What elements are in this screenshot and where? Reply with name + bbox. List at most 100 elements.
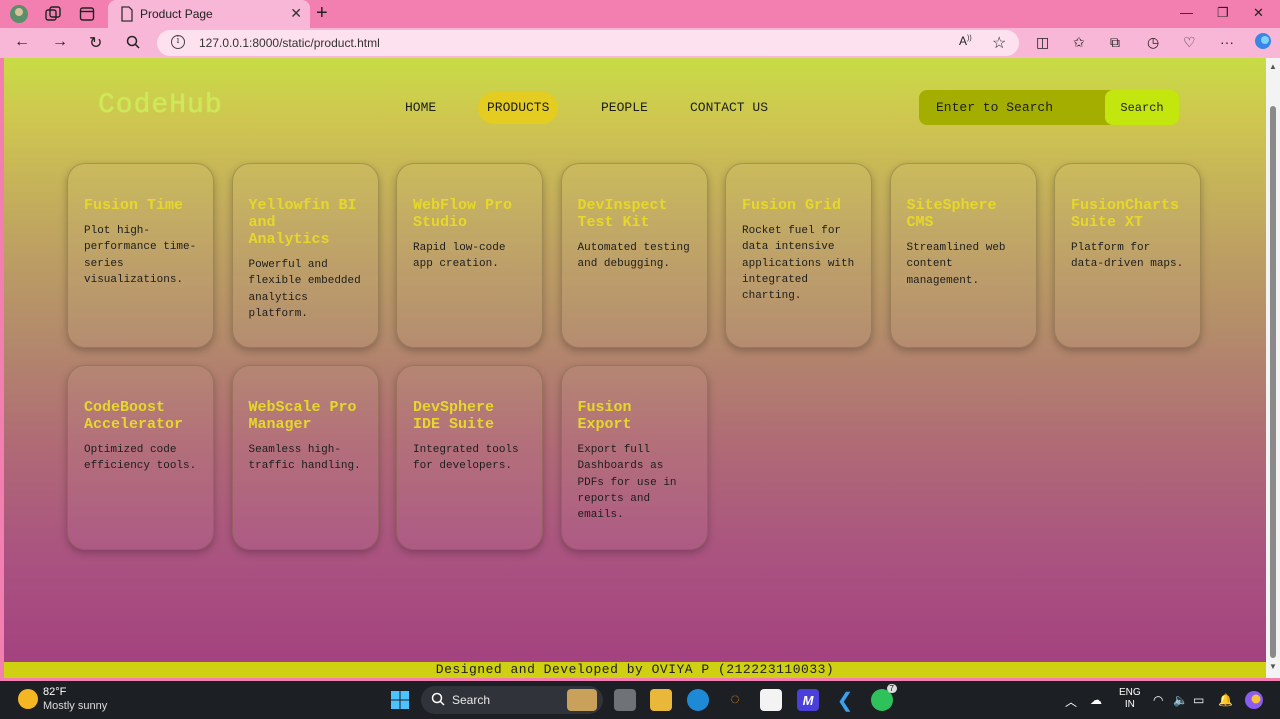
product-grid: Fusion Time Plot high-performance time-se… [67, 163, 1207, 550]
product-title: CodeBoost Accelerator [84, 399, 184, 433]
page-scrollbar[interactable]: ▲ ▼ [1266, 58, 1280, 678]
scroll-thumb[interactable] [1270, 106, 1276, 658]
file-explorer-icon[interactable] [650, 689, 672, 711]
product-card[interactable]: WebFlow Pro Studio Rapid low-code app cre… [396, 163, 543, 348]
product-title: FusionCharts Suite XT [1071, 197, 1180, 231]
tab-actions-icon[interactable] [77, 4, 97, 24]
edge-browser-icon[interactable] [687, 689, 709, 711]
battery-icon[interactable]: ▭ [1193, 693, 1204, 707]
product-title: Fusion Time [84, 197, 184, 214]
product-description: Platform for data-driven maps. [1071, 242, 1184, 271]
split-screen-icon[interactable]: ◫ [1036, 34, 1049, 51]
product-card[interactable]: Fusion Grid Rocket fuel for data intensiv… [725, 163, 872, 348]
profile-avatar-icon[interactable] [9, 4, 29, 24]
read-aloud-icon[interactable]: A)) [959, 34, 972, 48]
weather-sun-icon[interactable] [18, 689, 38, 709]
weather-temperature[interactable]: 82°F [43, 686, 66, 698]
product-card[interactable]: CodeBoost Accelerator Optimized code effi… [67, 365, 214, 550]
product-card[interactable]: DevSphere IDE Suite Integrated tools for … [396, 365, 543, 550]
favorite-star-icon[interactable]: ☆ [992, 33, 1006, 53]
site-logo[interactable]: CodeHub [98, 90, 223, 121]
close-tab-icon[interactable]: ✕ [290, 5, 302, 22]
vscode-icon[interactable]: ❮ [834, 689, 856, 712]
language-code: ENG [1119, 687, 1141, 698]
product-description: Export full Dashboards as PDFs for use i… [577, 444, 677, 522]
search-highlight-icon [567, 689, 597, 711]
page-footer: Designed and Developed by OVIYA P (21222… [4, 662, 1266, 678]
product-title: WebFlow Pro Studio [413, 197, 513, 231]
windows-start-icon[interactable] [389, 689, 411, 711]
taskbar-search-label: Search [452, 693, 491, 707]
whatsapp-icon[interactable]: 7 [871, 684, 897, 711]
forward-icon[interactable]: → [52, 33, 68, 51]
tab-title: Product Page [140, 7, 213, 21]
product-card[interactable]: Fusion Export Export full Dashboards as P… [560, 365, 708, 550]
browser-tab-bar: Product Page ✕ + — ❐ ✕ [0, 0, 1280, 28]
favorites-icon[interactable]: ✩ [1073, 34, 1085, 51]
product-card[interactable]: WebScale Pro Manager Seamless high-traffi… [231, 365, 379, 550]
windows-taskbar: 82°F Mostly sunny Search ◌ M ❮ 7 ︿ ☁ ENG… [0, 681, 1280, 719]
weather-description[interactable]: Mostly sunny [43, 700, 107, 712]
address-toolbar: ← → ↻ i 127.0.0.1:8000/static/product.ht… [0, 28, 1280, 58]
site-info-icon[interactable]: i [171, 35, 185, 49]
close-window-icon[interactable]: ✕ [1253, 5, 1264, 21]
page-icon [117, 4, 137, 24]
back-icon[interactable]: ← [14, 33, 30, 51]
url-field[interactable]: i 127.0.0.1:8000/static/product.html A))… [157, 30, 1019, 56]
task-view-icon[interactable] [614, 689, 636, 711]
maximize-icon[interactable]: ❐ [1217, 5, 1229, 21]
tray-overflow-icon[interactable]: ︿ [1065, 693, 1077, 710]
product-description: Rapid low-code app creation. [413, 242, 506, 271]
product-card[interactable]: SiteSphere CMS Streamlined web content ma… [889, 163, 1037, 348]
product-description: Powerful and flexible embedded analytics… [248, 259, 361, 320]
more-menu-icon[interactable]: ··· [1220, 34, 1234, 50]
nav-people[interactable]: PEOPLE [601, 92, 648, 124]
history-icon[interactable]: ◷ [1147, 34, 1159, 51]
product-description: Rocket fuel for data intensive applicati… [742, 225, 855, 303]
notification-bell-icon[interactable]: 🔔 [1218, 693, 1233, 707]
scroll-up-icon[interactable]: ▲ [1269, 62, 1277, 71]
jupyter-icon[interactable]: ◌ [724, 689, 746, 711]
taskbar-search[interactable]: Search [421, 686, 603, 714]
page-viewport: CodeHub HOME PRODUCTS PEOPLE CONTACT US … [4, 58, 1266, 678]
product-title: WebScale Pro Manager [248, 399, 357, 433]
scroll-down-icon[interactable]: ▼ [1269, 662, 1277, 671]
nav-home[interactable]: HOME [405, 92, 436, 124]
onedrive-cloud-icon[interactable]: ☁ [1090, 693, 1102, 707]
copilot-icon[interactable] [1254, 32, 1272, 53]
volume-muted-icon[interactable]: 🔈 [1173, 693, 1188, 707]
workspaces-icon[interactable] [43, 4, 63, 24]
search-button[interactable]: Search [1105, 90, 1179, 125]
site-search: Search [919, 90, 1179, 125]
nav-contact-us[interactable]: CONTACT US [690, 92, 768, 124]
new-tab-icon[interactable]: + [316, 2, 328, 25]
tab-product-page[interactable]: Product Page ✕ [108, 0, 310, 28]
vmware-icon[interactable]: M [797, 689, 819, 711]
copilot-taskbar-icon[interactable] [1244, 690, 1264, 713]
product-card[interactable]: Yellowfin BI and Analytics Powerful and f… [231, 163, 379, 348]
region-code: IN [1124, 699, 1135, 710]
url-text[interactable]: 127.0.0.1:8000/static/product.html [199, 36, 380, 50]
refresh-icon[interactable]: ↻ [89, 33, 102, 53]
minimize-icon[interactable]: — [1180, 5, 1193, 20]
microsoft-store-icon[interactable] [760, 689, 782, 711]
search-icon[interactable] [126, 33, 140, 54]
product-description: Seamless high-traffic handling. [248, 444, 361, 473]
language-indicator[interactable]: ENG IN [1119, 687, 1141, 711]
product-title: Yellowfin BI and Analytics [248, 197, 357, 248]
product-title: DevSphere IDE Suite [413, 399, 495, 433]
collections-icon[interactable]: ⧉ [1110, 34, 1120, 51]
product-title: SiteSphere CMS [906, 197, 997, 231]
wifi-icon[interactable]: ◠ [1153, 693, 1163, 707]
whatsapp-badge: 7 [886, 684, 897, 693]
product-description: Optimized code efficiency tools. [84, 444, 197, 473]
browser-essentials-icon[interactable]: ♡ [1183, 34, 1196, 51]
product-card[interactable]: DevInspect Test Kit Automated testing and… [560, 163, 708, 348]
nav-products[interactable]: PRODUCTS [478, 92, 559, 124]
product-title: Fusion Grid [742, 197, 842, 214]
search-input[interactable] [929, 90, 1099, 125]
product-description: Plot high-performance time-series visual… [84, 225, 197, 286]
product-card[interactable]: Fusion Time Plot high-performance time-se… [67, 163, 214, 348]
product-card[interactable]: FusionCharts Suite XT Platform for data-d… [1054, 163, 1201, 348]
product-title: Fusion Export [577, 399, 632, 433]
